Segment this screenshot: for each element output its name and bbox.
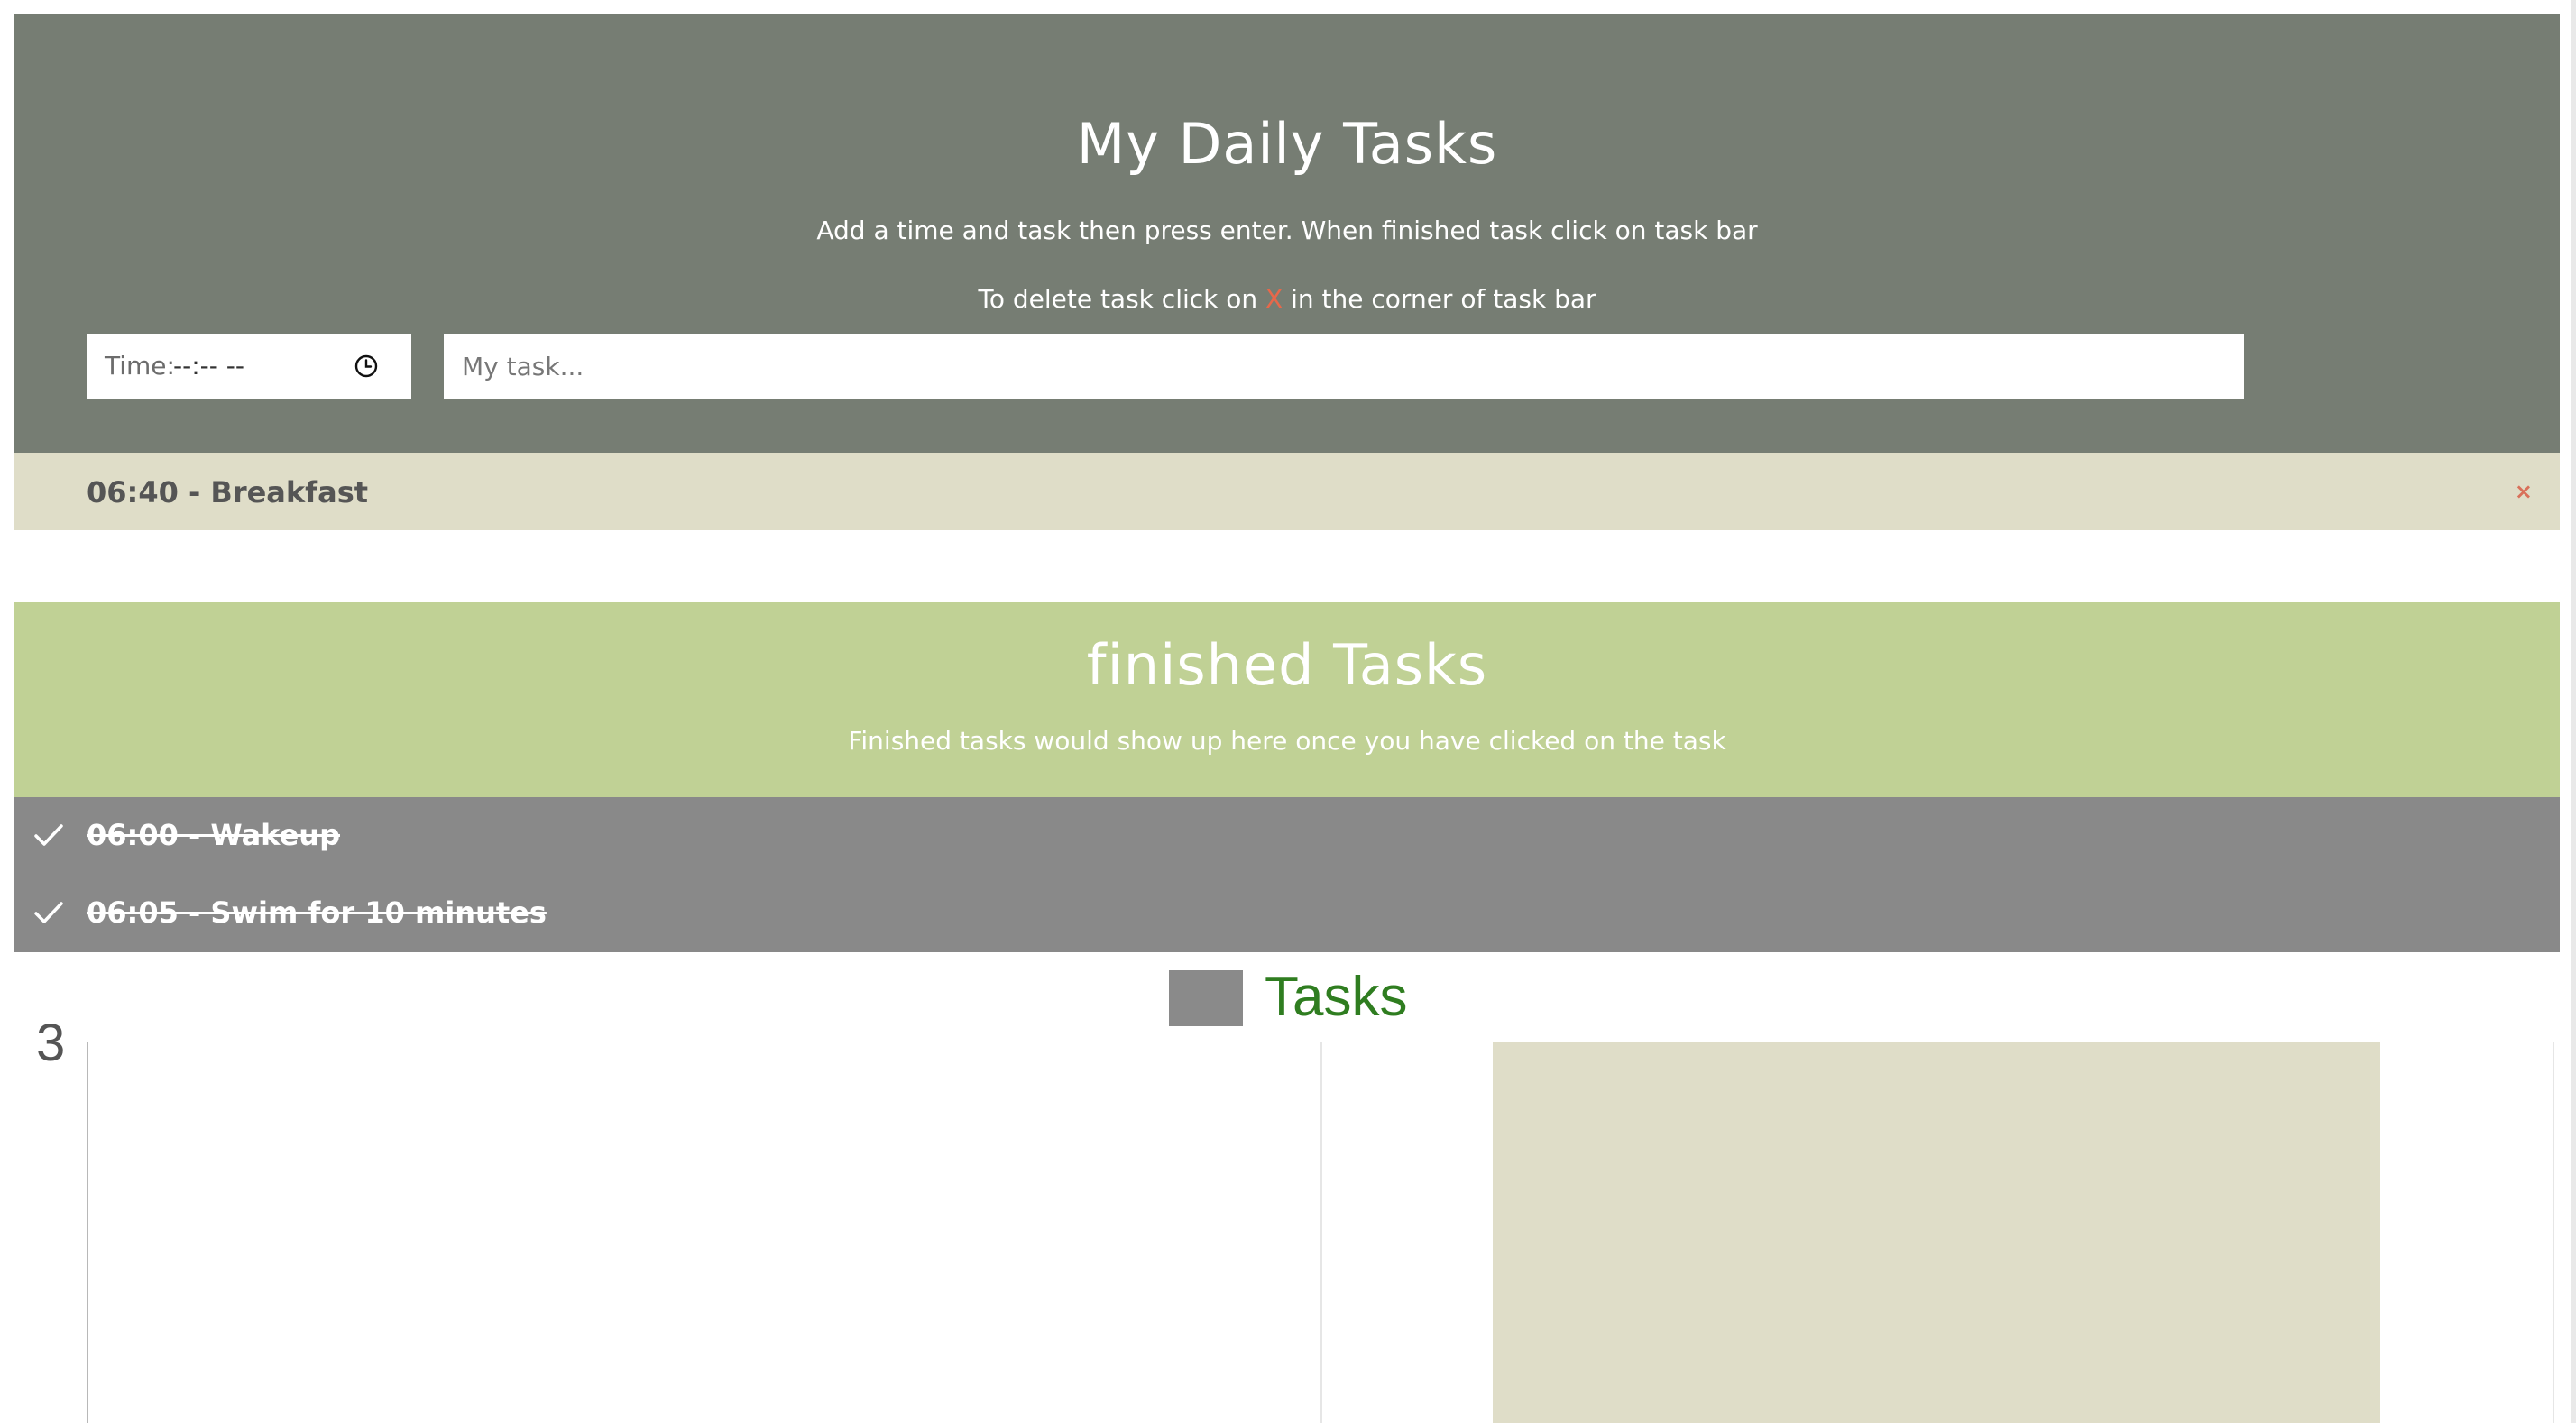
tasks-chart: Tasks 3 <box>0 952 2576 1423</box>
finished-item-label[interactable]: 06:00 - Wakeup <box>87 817 340 853</box>
check-icon <box>34 902 63 923</box>
finished-item[interactable]: 06:05 - Swim for 10 minutes <box>14 875 2560 952</box>
delete-mark: X <box>1265 284 1283 314</box>
task-input[interactable] <box>444 334 2244 399</box>
page: My Daily Tasks Add a time and task then … <box>0 0 2576 1423</box>
clock-icon[interactable] <box>354 353 379 379</box>
time-value[interactable]: --:-- -- <box>173 350 244 382</box>
legend-label[interactable]: Tasks <box>1265 963 1407 1032</box>
finished-title: finished Tasks <box>1086 632 1488 698</box>
finished-item-label[interactable]: 06:05 - Swim for 10 minutes <box>87 895 547 931</box>
delete-icon[interactable]: × <box>2515 478 2533 505</box>
task-item-label[interactable]: 06:40 - Breakfast <box>87 474 368 510</box>
task-item[interactable]: 06:40 - Breakfast × <box>14 453 2560 530</box>
task-header: My Daily Tasks Add a time and task then … <box>14 14 2560 453</box>
page-title: My Daily Tasks <box>1076 111 1498 177</box>
grid-line <box>1320 1042 1322 1423</box>
check-icon <box>34 824 63 846</box>
delete-instructions-suffix: in the corner of task bar <box>1283 284 1596 314</box>
time-input[interactable]: Time: --:-- -- <box>87 334 411 399</box>
scrollbar[interactable] <box>2571 0 2576 1423</box>
finished-subtitle: Finished tasks would show up here once y… <box>848 726 1726 756</box>
y-axis <box>87 1042 88 1423</box>
instructions-text: Add a time and task then press enter. Wh… <box>816 216 1758 245</box>
chart-bar[interactable] <box>1493 1042 2380 1423</box>
finished-list: 06:00 - Wakeup 06:05 - Swim for 10 minut… <box>14 797 2560 952</box>
legend-swatch[interactable] <box>1169 970 1243 1026</box>
delete-instructions: To delete task click on X in the corner … <box>14 283 2560 316</box>
grid-line <box>2553 1042 2554 1423</box>
delete-instructions-prefix: To delete task click on <box>978 284 1266 314</box>
finished-header: finished Tasks Finished tasks would show… <box>14 602 2560 797</box>
y-tick-label: 3 <box>36 1014 66 1072</box>
time-label: Time: <box>105 351 175 381</box>
finished-item[interactable]: 06:00 - Wakeup <box>14 797 2560 875</box>
